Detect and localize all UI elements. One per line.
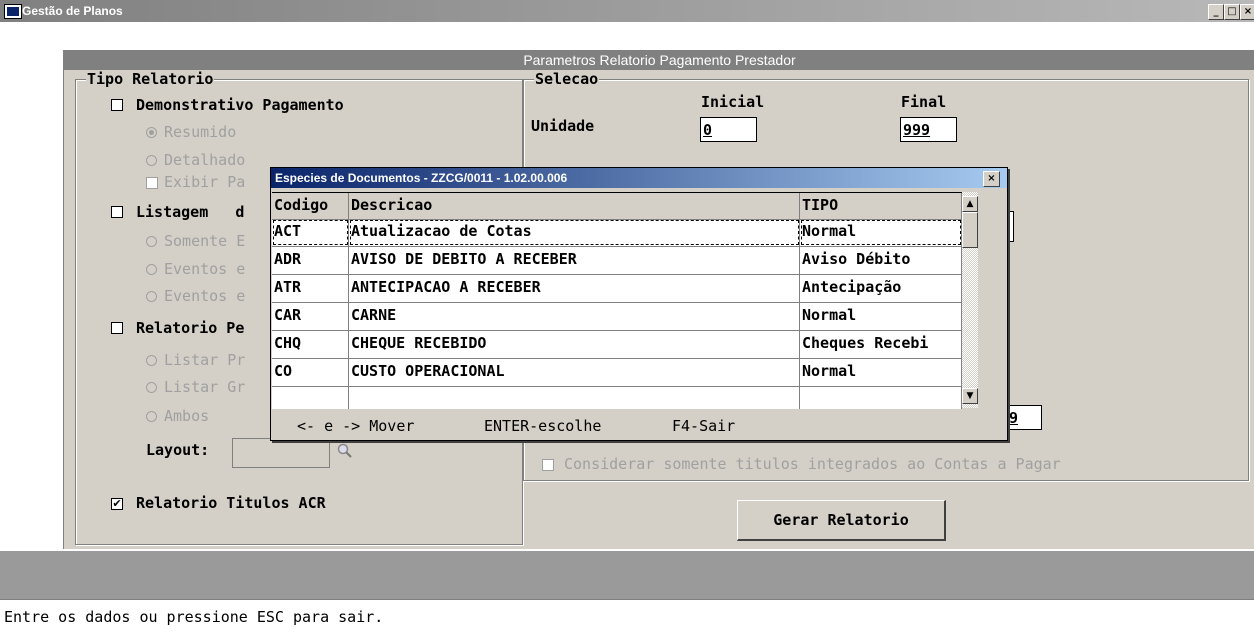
inicial-header: Inicial: [701, 93, 765, 111]
resumido-radio[interactable]: [146, 127, 157, 138]
especies-table: Codigo Descricao TIPO ACT Atualizacao de…: [272, 192, 962, 409]
scroll-down-icon[interactable]: ▼: [962, 388, 978, 404]
cell-tipo: Aviso Débito: [800, 247, 962, 274]
close-button[interactable]: ×: [1240, 4, 1254, 20]
magnifier-icon[interactable]: [337, 443, 353, 459]
table-row[interactable]: [272, 387, 962, 409]
listar-gr-label: Listar Gr: [164, 378, 246, 396]
cell-tipo: Normal: [800, 359, 962, 386]
ambos-label: Ambos: [164, 407, 210, 425]
cell-tipo: Antecipação: [800, 275, 962, 302]
table-row[interactable]: CO CUSTO OPERACIONAL Normal: [272, 359, 962, 387]
cell-codigo: ADR: [272, 247, 349, 274]
exibir-label: Exibir Pa: [164, 173, 246, 191]
cell-tipo: Normal: [800, 219, 962, 246]
dialog-titlebar[interactable]: Especies de Documentos - ZZCG/0011 - 1.0…: [271, 168, 1007, 188]
cell-descricao: CHEQUE RECEBIDO: [349, 331, 800, 358]
selecao-legend: Selecao: [534, 70, 600, 88]
minimize-button[interactable]: _: [1208, 4, 1224, 20]
listagem-label: Listagem d: [136, 203, 245, 221]
titulos-acr-label: Relatorio Titulos ACR: [136, 494, 326, 512]
unidade-inicial-field[interactable]: 0: [700, 117, 757, 142]
somente-label: Somente E: [164, 232, 246, 250]
unidade-final-field[interactable]: 999: [900, 117, 957, 142]
footer-move-hint: <- e -> Mover: [297, 417, 415, 435]
layout-label: Layout:: [146, 441, 210, 459]
cell-descricao: CUSTO OPERACIONAL: [349, 359, 800, 386]
cell-tipo: [800, 387, 962, 409]
footer-exit-hint: F4-Sair: [672, 417, 736, 435]
relatorio-pe-label: Relatorio Pe: [136, 319, 245, 337]
column-tipo[interactable]: TIPO: [800, 193, 962, 219]
cell-codigo: CAR: [272, 303, 349, 330]
somente-radio[interactable]: [146, 236, 157, 247]
relatorio-pe-checkbox[interactable]: [111, 322, 123, 334]
table-row[interactable]: CAR CARNE Normal: [272, 303, 962, 331]
table-row[interactable]: ADR AVISO DE DEBITO A RECEBER Aviso Débi…: [272, 247, 962, 275]
considerar-label: Considerar somente titulos integrados ao…: [564, 455, 1061, 473]
dialog-close-button[interactable]: ×: [983, 171, 1000, 187]
cell-codigo: CO: [272, 359, 349, 386]
table-scrollbar[interactable]: ▲ ▼: [962, 192, 978, 408]
titulos-acr-checkbox[interactable]: ✔: [111, 498, 123, 510]
cell-codigo: CHQ: [272, 331, 349, 358]
exibir-checkbox[interactable]: [146, 177, 158, 189]
detalhado-label: Detalhado: [164, 151, 246, 169]
cell-codigo: [272, 387, 349, 409]
cell-tipo: Normal: [800, 303, 962, 330]
cell-descricao: CARNE: [349, 303, 800, 330]
window-title: Gestão de Planos: [22, 4, 123, 18]
considerar-checkbox[interactable]: [542, 459, 554, 471]
detalhado-radio[interactable]: [146, 155, 157, 166]
tipo-relatorio-legend: Tipo Relatorio: [86, 70, 215, 88]
especies-documentos-dialog: Especies de Documentos - ZZCG/0011 - 1.0…: [270, 167, 1008, 441]
status-bar: Entre os dados ou pressione ESC para sai…: [0, 599, 1254, 634]
panel-title: Parametros Relatorio Pagamento Prestador: [64, 51, 1254, 70]
maximize-button[interactable]: □: [1224, 4, 1240, 20]
cell-descricao: Atualizacao de Cotas: [349, 219, 800, 246]
status-text: Entre os dados ou pressione ESC para sai…: [4, 608, 384, 626]
listagem-checkbox[interactable]: [111, 206, 123, 218]
table-row[interactable]: CHQ CHEQUE RECEBIDO Cheques Recebi: [272, 331, 962, 359]
message-area: [0, 551, 1254, 599]
eventos2-radio[interactable]: [146, 291, 157, 302]
cell-codigo: ACT: [272, 219, 349, 246]
table-row[interactable]: ACT Atualizacao de Cotas Normal: [272, 219, 962, 247]
cell-tipo: Cheques Recebi: [800, 331, 962, 358]
cell-descricao: ANTECIPACAO A RECEBER: [349, 275, 800, 302]
listar-gr-radio[interactable]: [146, 382, 157, 393]
column-descricao[interactable]: Descricao: [349, 193, 800, 219]
scroll-thumb[interactable]: [962, 212, 978, 248]
window-titlebar[interactable]: Gestão de Planos _ □ ×: [0, 0, 1254, 22]
layout-field[interactable]: [232, 438, 330, 468]
dialog-title: Especies de Documentos - ZZCG/0011 - 1.0…: [275, 171, 568, 185]
final-header: Final: [901, 93, 947, 111]
eventos1-label: Eventos e: [164, 260, 246, 278]
scroll-up-icon[interactable]: ▲: [962, 196, 978, 212]
app-window-icon: [4, 4, 22, 19]
partial-field[interactable]: 9: [1006, 405, 1042, 430]
ambos-radio[interactable]: [146, 411, 157, 422]
demonstrativo-checkbox[interactable]: [111, 99, 123, 111]
listar-pr-radio[interactable]: [146, 355, 157, 366]
gerar-relatorio-button[interactable]: Gerar Relatorio: [737, 500, 946, 541]
unidade-label: Unidade: [531, 117, 595, 135]
cell-codigo: ATR: [272, 275, 349, 302]
column-codigo[interactable]: Codigo: [272, 193, 349, 219]
cell-descricao: AVISO DE DEBITO A RECEBER: [349, 247, 800, 274]
cell-descricao: [349, 387, 800, 409]
eventos1-radio[interactable]: [146, 264, 157, 275]
table-row[interactable]: ATR ANTECIPACAO A RECEBER Antecipação: [272, 275, 962, 303]
resumido-label: Resumido: [164, 123, 237, 141]
table-header: Codigo Descricao TIPO: [272, 193, 962, 220]
eventos2-label: Eventos e: [164, 287, 246, 305]
demonstrativo-label: Demonstrativo Pagamento: [136, 96, 344, 114]
listar-pr-label: Listar Pr: [164, 351, 246, 369]
footer-enter-hint: ENTER-escolhe: [484, 417, 602, 435]
